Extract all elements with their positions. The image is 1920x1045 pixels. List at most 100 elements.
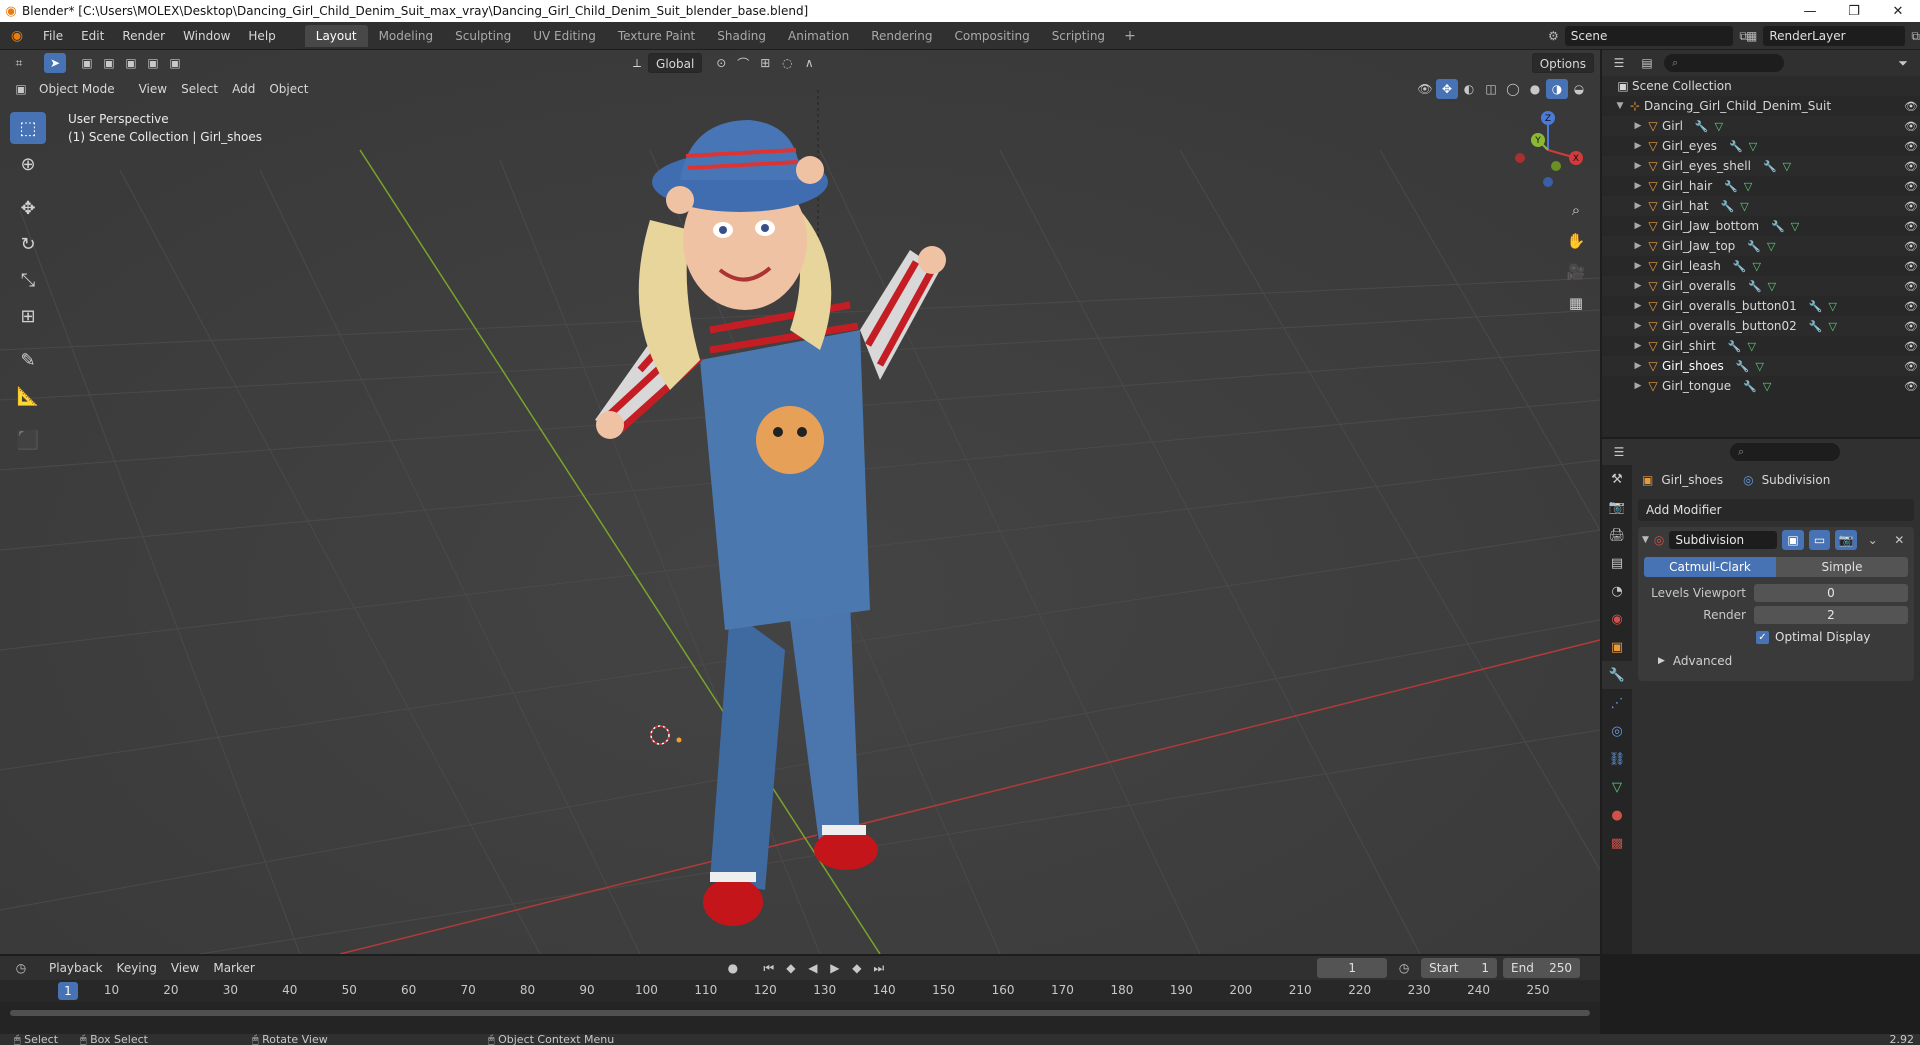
new-layer-icon[interactable]: ⧉ — [1911, 29, 1920, 44]
minimize-button[interactable]: — — [1788, 0, 1832, 22]
menu-playback[interactable]: Playback — [42, 958, 110, 978]
tab-layout[interactable]: Layout — [304, 24, 368, 47]
modifier-wrench-icon[interactable]: 🔧 — [1733, 260, 1747, 273]
maximize-button[interactable]: ❐ — [1832, 0, 1876, 22]
measure-tool-icon[interactable]: 📐 — [10, 380, 46, 412]
playhead-frame-indicator[interactable]: 1 — [58, 982, 78, 1000]
eye-icon[interactable]: 👁 — [1904, 360, 1918, 373]
outliner-search-input[interactable]: ⌕ — [1664, 54, 1784, 72]
select-subtract-icon[interactable]: ▣ — [120, 53, 142, 73]
mesh-data-icon[interactable]: ▽ — [1763, 380, 1771, 393]
expand-arrow-icon[interactable]: ▶ — [1632, 321, 1644, 331]
mesh-data-icon[interactable]: ▽ — [1749, 140, 1757, 153]
levels-viewport-field[interactable]: 0 — [1754, 584, 1908, 602]
move-tool-icon[interactable]: ✥ — [10, 192, 46, 224]
outliner-object-row[interactable]: ▶ ▽ Girl_leash 🔧 ▽ 👁 — [1602, 256, 1920, 276]
modifier-wrench-icon[interactable]: 🔧 — [1743, 380, 1757, 393]
tab-shading[interactable]: Shading — [706, 25, 777, 47]
data-tab-icon[interactable]: ▽ — [1602, 773, 1632, 801]
menu-window[interactable]: Window — [174, 29, 239, 43]
transform-tool-icon[interactable]: ⊞ — [10, 300, 46, 332]
scene-icon[interactable]: ⚙ — [1548, 29, 1559, 43]
catmull-clark-option[interactable]: Catmull-Clark — [1644, 557, 1776, 577]
outliner-object-row[interactable]: ▶ ▽ Girl 🔧 ▽ 👁 — [1602, 116, 1920, 136]
modifier-menu-icon[interactable]: ⌄ — [1862, 530, 1884, 550]
collapse-arrow-icon[interactable]: ▼ — [1642, 535, 1649, 545]
optimal-display-checkbox[interactable]: ✓ — [1756, 630, 1769, 644]
mesh-data-icon[interactable]: ▽ — [1715, 120, 1723, 133]
outliner-object-row[interactable]: ▶ ▽ Girl_tongue 🔧 ▽ 👁 — [1602, 376, 1920, 396]
menu-render[interactable]: Render — [113, 29, 174, 43]
menu-add[interactable]: Add — [225, 79, 262, 99]
render-levels-field[interactable]: 2 — [1754, 606, 1908, 624]
cursor-tool-icon[interactable]: ⊕ — [10, 148, 46, 180]
eye-icon[interactable]: 👁 — [1904, 340, 1918, 353]
timeline-scrollbar[interactable] — [10, 1010, 1590, 1016]
outliner-object-row[interactable]: ▶ ▽ Girl_eyes_shell 🔧 ▽ 👁 — [1602, 156, 1920, 176]
menu-marker[interactable]: Marker — [206, 958, 261, 978]
mesh-data-icon[interactable]: ▽ — [1753, 260, 1761, 273]
outliner-object-row[interactable]: ▶ ▽ Girl_shirt 🔧 ▽ 👁 — [1602, 336, 1920, 356]
expand-arrow-icon[interactable]: ▶ — [1632, 241, 1644, 251]
menu-edit[interactable]: Edit — [72, 29, 113, 43]
object-mode-icon[interactable]: ▣ — [10, 79, 32, 99]
solid-shading-icon[interactable]: ● — [1524, 79, 1546, 99]
output-tab-icon[interactable]: 🖨 — [1602, 521, 1632, 549]
physics-tab-icon[interactable]: ◎ — [1602, 717, 1632, 745]
preview-range-icon[interactable]: ◷ — [1393, 958, 1415, 978]
expand-arrow-icon[interactable]: ▶ — [1632, 361, 1644, 371]
jump-start-icon[interactable]: ⏮ — [758, 958, 780, 978]
gizmo-toggle-icon[interactable]: ✥ — [1436, 79, 1458, 99]
eye-icon[interactable]: 👁 — [1904, 280, 1918, 293]
object-mode-dropdown[interactable]: Object Mode — [32, 79, 122, 99]
close-button[interactable]: ✕ — [1876, 0, 1920, 22]
expand-arrow-icon[interactable]: ▶ — [1658, 656, 1665, 666]
menu-select[interactable]: Select — [174, 79, 225, 99]
expand-arrow-icon[interactable]: ▼ — [1614, 101, 1626, 111]
remove-modifier-icon[interactable]: ✕ — [1888, 530, 1910, 550]
modifier-wrench-icon[interactable]: 🔧 — [1809, 300, 1823, 313]
texture-tab-icon[interactable]: ▩ — [1602, 829, 1632, 857]
eye-icon[interactable]: 👁 — [1904, 160, 1918, 173]
xray-icon[interactable]: ◫ — [1480, 79, 1502, 99]
eye-icon[interactable]: 👁 — [1904, 140, 1918, 153]
eye-icon[interactable]: 👁 — [1904, 240, 1918, 253]
modifier-wrench-icon[interactable]: 🔧 — [1724, 180, 1738, 193]
pan-hand-icon[interactable]: ✋ — [1562, 227, 1590, 255]
viewport-toggle-icon[interactable]: ▭ — [1808, 530, 1831, 550]
modifier-tab-icon[interactable]: 🔧 — [1602, 661, 1632, 689]
expand-arrow-icon[interactable]: ▶ — [1632, 201, 1644, 211]
tab-rendering[interactable]: Rendering — [860, 25, 943, 47]
jump-keyframe-back-icon[interactable]: ◆ — [780, 958, 802, 978]
camera-view-icon[interactable]: 🎥 — [1562, 258, 1590, 286]
mesh-data-icon[interactable]: ▽ — [1767, 240, 1775, 253]
expand-arrow-icon[interactable]: ▶ — [1632, 341, 1644, 351]
view-layer-tab-icon[interactable]: ▤ — [1602, 549, 1632, 577]
select-new-icon[interactable]: ▣ — [76, 53, 98, 73]
eye-icon[interactable]: 👁 — [1904, 260, 1918, 273]
select-box-tool-icon[interactable]: ⬚ — [10, 112, 46, 144]
tab-modeling[interactable]: Modeling — [368, 25, 445, 47]
options-dropdown[interactable]: Options — [1531, 53, 1594, 73]
constraints-tab-icon[interactable]: ⛓ — [1602, 745, 1632, 773]
outliner-object-row[interactable]: ▶ ▽ Girl_eyes 🔧 ▽ 👁 — [1602, 136, 1920, 156]
eye-icon[interactable]: 👁 — [1904, 120, 1918, 133]
eye-icon[interactable]: 👁 — [1904, 200, 1918, 213]
character-model[interactable] — [560, 90, 1060, 954]
menu-keying[interactable]: Keying — [110, 958, 164, 978]
display-mode-icon[interactable]: ▤ — [1636, 53, 1658, 73]
mesh-data-icon[interactable]: ▽ — [1768, 280, 1776, 293]
current-frame-field[interactable]: 1 — [1317, 958, 1388, 978]
outliner-scene-collection[interactable]: ▣ Scene Collection — [1602, 76, 1920, 96]
select-intersect-icon[interactable]: ▣ — [164, 53, 186, 73]
tab-animation[interactable]: Animation — [777, 25, 860, 47]
render-toggle-icon[interactable]: 📷 — [1835, 530, 1857, 550]
select-invert-icon[interactable]: ▣ — [142, 53, 164, 73]
eye-icon[interactable]: 👁 — [1904, 100, 1918, 113]
expand-arrow-icon[interactable]: ▶ — [1632, 181, 1644, 191]
add-modifier-button[interactable]: Add Modifier — [1638, 499, 1914, 521]
timeline-ruler[interactable]: 10 20 30 40 50 60 70 80 90 100 110 120 130 140 150 160 1… — [0, 980, 1600, 1002]
mesh-data-icon[interactable]: ▽ — [1744, 180, 1752, 193]
material-shading-icon[interactable]: ◑ — [1546, 79, 1568, 99]
outliner-object-row[interactable]: ▶ ▽ Girl_Jaw_top 🔧 ▽ 👁 — [1602, 236, 1920, 256]
